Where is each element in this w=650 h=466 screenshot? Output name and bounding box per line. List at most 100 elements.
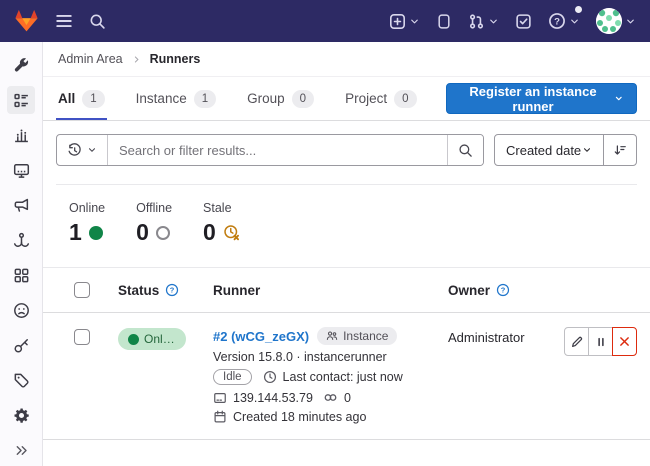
stat-stale: Stale 0: [203, 201, 240, 246]
link-icon: [323, 390, 338, 405]
pause-runner-button[interactable]: [588, 327, 613, 356]
tab-all[interactable]: All 1: [56, 77, 107, 120]
sidebar-item-monitoring[interactable]: [7, 156, 35, 184]
tab-label: Group: [247, 91, 285, 106]
notification-dot: [575, 6, 582, 13]
tab-count-badge: 0: [292, 90, 314, 108]
svg-text:?: ?: [501, 286, 506, 295]
runner-ip-line: 139.144.53.79 0: [213, 390, 440, 405]
sidebar-item-analytics[interactable]: [7, 121, 35, 149]
main-content: Admin Area Runners All 1 Instance 1 Grou…: [43, 42, 650, 466]
clock-icon: [263, 370, 277, 384]
chevron-down-icon: [87, 145, 97, 155]
history-icon: [67, 143, 82, 158]
row-checkbox[interactable]: [74, 329, 90, 345]
column-status: Status ?: [118, 283, 213, 298]
help-menu-icon[interactable]: ?: [548, 7, 580, 35]
tab-count-badge: 1: [82, 90, 104, 108]
tab-group[interactable]: Group 0: [245, 77, 316, 120]
chevron-down-icon: [614, 93, 624, 104]
delete-runner-button[interactable]: [612, 327, 637, 356]
issues-icon[interactable]: [436, 7, 452, 35]
todos-icon[interactable]: [515, 7, 532, 35]
pause-icon: [595, 336, 607, 348]
sort-control: Created date: [494, 134, 637, 166]
column-label: Status: [118, 283, 159, 298]
runner-status-stats: Online 1 Offline 0 Stale 0: [43, 185, 650, 267]
sidebar-item-overview[interactable]: [7, 86, 35, 114]
search-filter-control: [56, 134, 484, 166]
runner-summary-cell: #2 (wCG_zeGX) Instance Version 15.8.0 · …: [213, 327, 448, 424]
stat-offline: Offline 0: [136, 201, 172, 246]
sidebar-item-messages[interactable]: [7, 191, 35, 219]
search-input[interactable]: [108, 135, 447, 165]
new-menu-icon[interactable]: [389, 7, 420, 35]
svg-text:?: ?: [554, 16, 560, 27]
admin-wrench-icon[interactable]: [7, 51, 35, 79]
stat-value: 0: [203, 219, 216, 246]
sidebar-item-settings[interactable]: [7, 401, 35, 429]
top-navigation-bar: ?: [0, 0, 650, 42]
breadcrumb: Admin Area Runners: [43, 42, 650, 77]
sidebar-item-system-hooks[interactable]: [7, 226, 35, 254]
tab-project[interactable]: Project 0: [343, 77, 418, 120]
runners-table-header: Status ? Runner Owner ?: [43, 267, 650, 313]
avatar: [596, 8, 622, 34]
sort-by-label: Created date: [506, 143, 581, 158]
stat-label: Offline: [136, 201, 172, 215]
calendar-icon: [213, 410, 227, 424]
runner-created-line: Created 18 minutes ago: [213, 410, 440, 424]
select-all-checkbox[interactable]: [74, 282, 90, 298]
tab-label: All: [58, 91, 75, 106]
users-icon: [326, 330, 338, 342]
edit-runner-button[interactable]: [564, 327, 589, 356]
chevron-down-icon: [625, 16, 636, 27]
tab-instance[interactable]: Instance 1: [134, 77, 218, 120]
online-status-icon: [89, 226, 103, 240]
register-instance-runner-button[interactable]: Register an instance runner: [446, 83, 638, 114]
sidebar-item-deploy-keys[interactable]: [7, 331, 35, 359]
runner-version-line: Version 15.8.0 · instancerunner: [213, 350, 440, 364]
runner-status-badge: Online: [118, 328, 186, 350]
runner-link[interactable]: #2 (wCG_zeGX): [213, 329, 309, 344]
host-icon: [213, 391, 227, 405]
runner-owner[interactable]: Administrator: [448, 327, 563, 345]
breadcrumb-admin-area[interactable]: Admin Area: [58, 52, 123, 66]
tab-label: Project: [345, 91, 387, 106]
idle-badge: Idle: [213, 369, 252, 385]
hamburger-menu-icon[interactable]: [55, 7, 73, 35]
recent-searches-dropdown[interactable]: [57, 135, 108, 165]
column-owner: Owner ?: [448, 283, 563, 298]
tab-count-badge: 1: [194, 90, 216, 108]
tab-count-badge: 0: [394, 90, 416, 108]
sidebar-item-abuse-reports[interactable]: [7, 296, 35, 324]
runner-actions: [563, 327, 637, 356]
sidebar-item-applications[interactable]: [7, 261, 35, 289]
online-dot-icon: [128, 334, 139, 345]
owner-help-icon[interactable]: ?: [496, 283, 510, 297]
sort-direction-button[interactable]: [603, 135, 636, 165]
stat-value: 1: [69, 219, 82, 246]
status-help-icon[interactable]: ?: [165, 283, 179, 297]
column-runner: Runner: [213, 283, 448, 298]
breadcrumb-current: Runners: [150, 52, 201, 66]
chevron-down-icon: [569, 16, 580, 27]
runner-contact-line: Idle Last contact: just now: [213, 369, 440, 385]
search-submit-icon[interactable]: [447, 135, 483, 165]
sidebar-expand-icon[interactable]: [7, 436, 35, 464]
merge-requests-icon[interactable]: [468, 7, 499, 35]
gitlab-logo-icon[interactable]: [14, 7, 39, 35]
chevron-down-icon: [488, 16, 499, 27]
search-icon[interactable]: [89, 7, 106, 35]
stat-label: Stale: [203, 201, 240, 215]
sort-by-dropdown[interactable]: Created date: [495, 135, 603, 165]
user-menu[interactable]: [596, 7, 636, 35]
column-label: Owner: [448, 283, 490, 298]
close-icon: [618, 335, 631, 348]
runner-type-badge: Instance: [317, 327, 397, 345]
sidebar-item-labels[interactable]: [7, 366, 35, 394]
stale-clock-icon: [223, 224, 240, 241]
pencil-icon: [570, 335, 584, 349]
filter-bar: Created date: [43, 121, 650, 178]
tab-label: Instance: [136, 91, 187, 106]
